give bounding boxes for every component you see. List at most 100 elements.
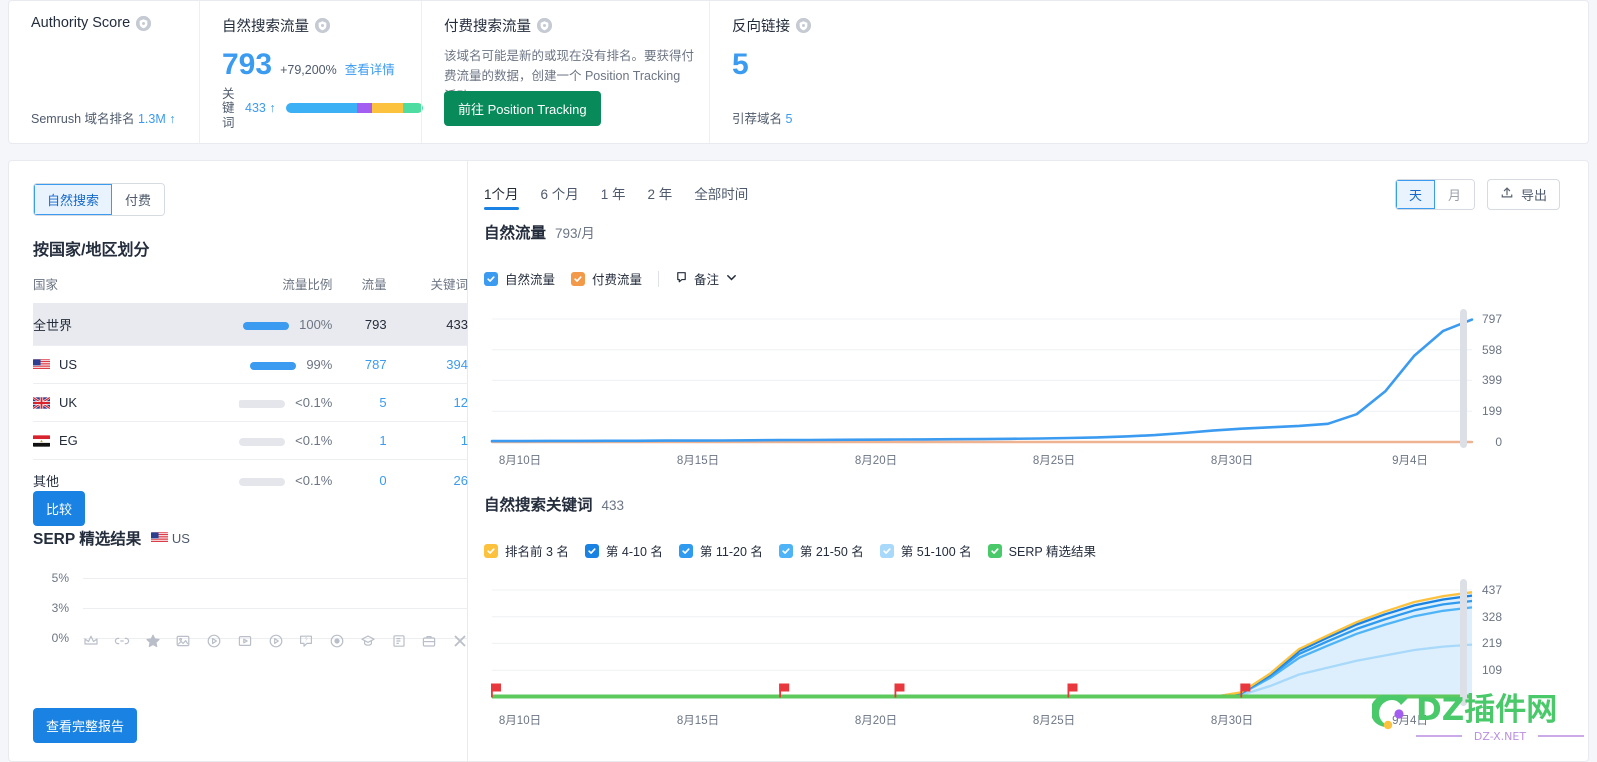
legend-checkbox[interactable] <box>778 543 793 558</box>
x-tick-label: 8月25日 <box>1032 455 1076 467</box>
keywords-cell[interactable]: 1 <box>386 421 468 460</box>
keyword-distribution: 关键词 433 ↑ <box>222 87 423 131</box>
keywords-cell[interactable]: 12 <box>386 383 468 422</box>
share-pct: 99% <box>306 357 333 372</box>
legend-checkbox[interactable] <box>484 543 498 558</box>
traffic-share-cell: 99% <box>130 345 333 384</box>
date-range-tab-3[interactable]: 2 年 <box>648 183 673 210</box>
traffic-cell[interactable]: 787 <box>332 345 387 384</box>
y-tick-label: 109 <box>1481 663 1502 678</box>
organic-details-link[interactable]: 查看详情 <box>345 59 395 78</box>
notes-button[interactable]: 备注 <box>675 269 738 288</box>
table-row[interactable]: 其他 <0.1% 0 26 <box>33 459 468 501</box>
traffic-cell[interactable]: 1 <box>332 421 387 460</box>
y-tick-label: 598 <box>1481 342 1502 357</box>
traffic-cell[interactable]: 5 <box>332 383 387 422</box>
date-range-tab-2[interactable]: 1 年 <box>601 183 626 210</box>
y-tick-label: 0 <box>1495 435 1502 449</box>
faq-icon[interactable]: ? <box>298 633 314 649</box>
keyword-bar-segment-1[interactable] <box>356 103 372 114</box>
keywords-cell[interactable]: 394 <box>386 345 468 384</box>
document-icon[interactable] <box>391 633 407 649</box>
authority-score-label: Authority Score <box>31 15 131 31</box>
info-icon[interactable] <box>136 15 152 31</box>
legend-checkbox[interactable] <box>987 543 1002 558</box>
keyword-bar-segment-0[interactable] <box>285 103 357 114</box>
image-icon[interactable] <box>175 633 191 649</box>
x-twitter-icon[interactable] <box>452 633 468 649</box>
granularity-0[interactable]: 天 <box>1395 180 1435 209</box>
view-full-report-button[interactable]: 查看完整报告 <box>33 708 138 743</box>
table-row[interactable]: 全世界 100% 793 433 <box>33 303 468 346</box>
traffic-type-tabs: 自然搜索 付费 <box>33 183 166 216</box>
legend-checkbox[interactable] <box>484 271 498 286</box>
info-icon[interactable] <box>796 18 811 33</box>
export-button[interactable]: 导出 <box>1486 179 1560 210</box>
chart-vertical-scrollbar[interactable] <box>1460 309 1467 448</box>
organic-traffic-x-axis: 8月10日 8月15日 8月20日 8月25日 8月30日 9月4日 <box>482 446 1478 467</box>
traffic-share-cell: <0.1% <box>130 421 333 460</box>
share-bar <box>243 321 290 330</box>
keyword-bar-segment-2[interactable] <box>371 103 404 114</box>
position-tracking-button[interactable]: 前往 Position Tracking <box>444 91 601 126</box>
date-range-tab-0[interactable]: 1个月 <box>484 183 519 210</box>
table-row[interactable]: EG <0.1% 1 1 <box>33 421 468 460</box>
video-circle-icon[interactable] <box>268 633 284 649</box>
legend-item-0[interactable]: 自然流量 <box>484 269 555 288</box>
country-table-body: 全世界 100% 793 433 US 99% 787 394 UK <0.1% 5 12 EG <0.1… <box>33 303 468 501</box>
legend-item-5[interactable]: SERP 精选结果 <box>987 541 1096 560</box>
x-tick-label: 8月20日 <box>854 715 898 727</box>
traffic-cell[interactable]: 793 <box>332 303 387 346</box>
legend-checkbox[interactable] <box>678 543 693 558</box>
organic-traffic-y-axis: 797 598 399 199 0 <box>1468 311 1504 449</box>
organic-keywords-chart-title: 自然搜索关键词 433 <box>484 493 624 515</box>
map-pin-icon[interactable] <box>329 633 345 649</box>
share-pct: 100% <box>299 317 333 332</box>
by-country-title: 按国家/地区划分 <box>33 242 150 259</box>
traffic-cell[interactable]: 0 <box>332 459 387 501</box>
country-name: US <box>59 357 78 372</box>
legend-label: 付费流量 <box>592 273 643 287</box>
traffic-type-tab-0[interactable]: 自然搜索 <box>34 184 113 215</box>
chart-vertical-scrollbar[interactable] <box>1460 579 1467 706</box>
keywords-cell[interactable]: 433 <box>386 303 468 346</box>
star-icon[interactable] <box>145 633 161 649</box>
traffic-type-tab-1[interactable]: 付费 <box>112 184 165 215</box>
table-row[interactable]: US 99% 787 394 <box>33 345 468 384</box>
compare-button[interactable]: 比较 <box>33 491 86 526</box>
link-icon[interactable] <box>114 633 130 649</box>
legend-item-3[interactable]: 第 21-50 名 <box>778 541 864 560</box>
legend-item-2[interactable]: 第 11-20 名 <box>678 541 763 560</box>
jobs-icon[interactable] <box>421 633 437 649</box>
video-box-icon[interactable] <box>237 633 253 649</box>
granularity-1[interactable]: 月 <box>1434 180 1474 209</box>
video-play-icon[interactable] <box>206 633 222 649</box>
info-icon[interactable] <box>537 18 552 33</box>
referring-domains-value: 5 <box>785 112 793 126</box>
table-row[interactable]: UK <0.1% 5 12 <box>33 383 468 422</box>
keyword-bar-segment-3[interactable] <box>403 103 423 114</box>
keywords-count[interactable]: 433 ↑ <box>245 101 276 115</box>
knowledge-icon[interactable] <box>360 633 376 649</box>
legend-item-4[interactable]: 第 51-100 名 <box>879 541 972 560</box>
legend-checkbox[interactable] <box>584 543 599 558</box>
legend-item-1[interactable]: 付费流量 <box>571 269 642 288</box>
legend-item-0[interactable]: 排名前 3 名 <box>484 541 569 560</box>
legend-label: 第 11-20 名 <box>699 545 763 559</box>
legend-checkbox[interactable] <box>879 543 894 558</box>
serp-features-label: SERP 精选结果 <box>33 531 142 548</box>
serp-gridline-row: 3% <box>33 601 468 615</box>
country-cell: 全世界 <box>33 303 131 346</box>
date-range-tab-1[interactable]: 6 个月 <box>541 183 579 210</box>
legend-item-1[interactable]: 第 4-10 名 <box>584 541 663 560</box>
paid-traffic-title: 付费搜索流量 <box>444 15 709 36</box>
legend-checkbox[interactable] <box>571 271 586 286</box>
y-tick-label: 219 <box>1481 636 1502 651</box>
export-icon <box>1500 186 1514 203</box>
country-table-header: 国家 流量比例 流量 关键词 <box>33 274 468 304</box>
info-icon[interactable] <box>315 18 330 33</box>
crown-icon[interactable] <box>83 633 99 649</box>
date-range-tab-4[interactable]: 全部时间 <box>694 183 748 210</box>
keywords-cell[interactable]: 26 <box>386 459 468 501</box>
y-tick-label: 797 <box>1481 312 1502 326</box>
